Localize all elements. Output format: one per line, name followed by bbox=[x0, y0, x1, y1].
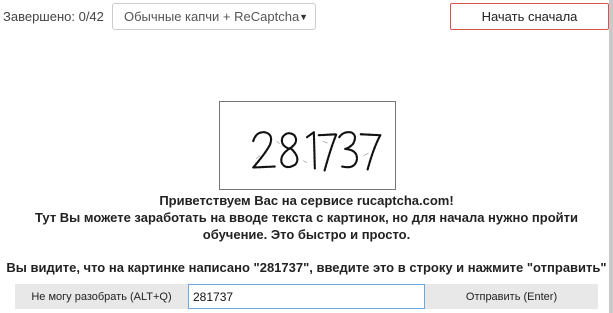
mode-select-value: Обычные капчи + ReCaptcha bbox=[124, 9, 300, 24]
restart-button[interactable]: Начать сначала bbox=[450, 3, 609, 30]
top-bar: Завершено: 0/42 Обычные капчи + ReCaptch… bbox=[0, 0, 613, 34]
instruction-text: Вы видите, что на картинке написано "281… bbox=[6, 260, 607, 275]
chevron-down-icon: ▼ bbox=[299, 12, 308, 22]
send-button[interactable]: Отправить (Enter) bbox=[425, 284, 598, 309]
mode-select[interactable]: Обычные капчи + ReCaptcha ▼ bbox=[112, 3, 316, 30]
welcome-heading: Приветствуем Вас на сервисе rucaptcha.co… bbox=[159, 193, 454, 208]
captcha-image-drawing bbox=[252, 131, 382, 172]
intro-text-line-2: обучение. Это быстро и просто. bbox=[202, 227, 411, 242]
captcha-image bbox=[219, 101, 396, 190]
intro-text-line-1: Тут Вы можете заработать на вводе текста… bbox=[34, 210, 578, 225]
cant-solve-button[interactable]: Не могу разобрать (ALT+Q) bbox=[15, 284, 188, 309]
progress-counter: Завершено: 0/42 bbox=[3, 9, 104, 24]
answer-bar: Не могу разобрать (ALT+Q) Отправить (Ent… bbox=[15, 284, 598, 309]
answer-input[interactable] bbox=[188, 284, 425, 309]
